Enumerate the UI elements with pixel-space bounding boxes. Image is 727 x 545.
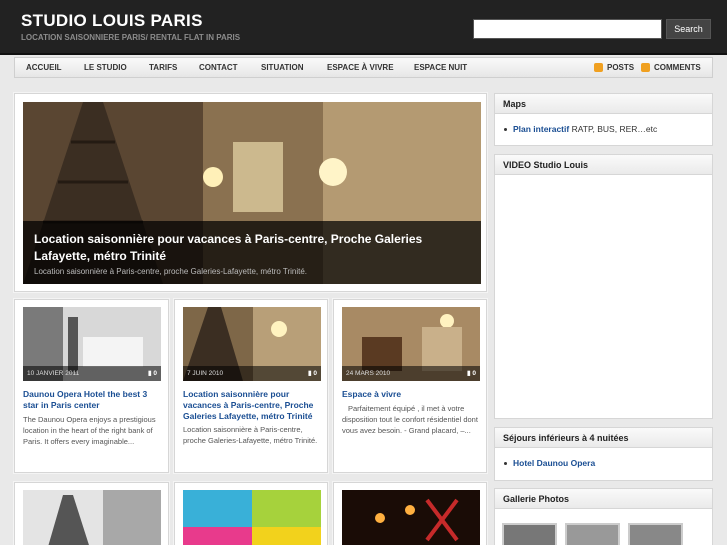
nav-le-studio[interactable]: LE STUDIO [84,58,127,77]
post-excerpt: The Daunou Opera enjoys a prestigious lo… [23,415,156,446]
search-input[interactable] [473,19,662,39]
comment-count-value: 0 [313,370,317,377]
post-date-bar: 10 JANVIER 2011 ▮ 0 [23,366,161,381]
comment-count-value: 0 [472,370,476,377]
post-excerpt: Location saisonnière à Paris-centre, pro… [183,425,318,445]
widget-video: VIDEO Studio Louis [494,154,713,419]
widget-title: Gallerie Photos [495,489,712,509]
comment-count-value: 0 [153,370,157,377]
plan-interactif-link[interactable]: Plan interactif [513,124,569,134]
comment-count[interactable]: ▮ 0 [308,366,317,381]
nav-espace-a-vivre[interactable]: ESPACE À VIVRE [327,58,394,77]
nav-tarifs[interactable]: TARIFS [149,58,177,77]
post-thumbnail[interactable]: 10 JANVIER 2011 ▮ 0 [23,307,161,381]
gallery-thumbnail[interactable] [565,523,620,545]
post-date: 7 JUIN 2010 [187,370,224,377]
rss-feed-icon [641,63,650,72]
featured-post: Location saisonnière pour vacances à Par… [14,93,487,292]
gallery-thumbnail[interactable] [628,523,683,545]
search-button[interactable]: Search [666,19,711,39]
post-title[interactable]: Location saisonnière pour vacances à Par… [183,389,319,422]
widget-list-item: Hotel Daunou Opera [504,458,595,468]
rss-feed-icon [594,63,603,72]
post-title[interactable]: Espace à vivre [342,389,478,400]
post-title[interactable]: Daunou Opera Hotel the best 3 star in Pa… [23,389,159,411]
post-date-bar: 7 JUIN 2010 ▮ 0 [183,366,321,381]
post-date: 10 JANVIER 2011 [27,370,80,377]
featured-title[interactable]: Location saisonnière pour vacances à Par… [34,231,474,265]
widget-list-item: Plan interactif RATP, BUS, RER…etc [504,124,657,134]
widget-title: Maps [495,94,712,114]
site-header: STUDIO LOUIS PARIS LOCATION SAISONNIERE … [0,0,727,55]
post-excerpt: Parfaitement équipé , il met à votre dis… [342,404,478,435]
post-card [174,482,328,545]
maps-text: RATP, BUS, RER…etc [569,124,658,134]
post-card: 10 JANVIER 2011 ▮ 0 Daunou Opera Hotel th… [14,299,169,473]
post-date: 24 MARS 2010 [346,370,391,377]
post-photo [183,490,321,545]
site-title[interactable]: STUDIO LOUIS PARIS [21,11,203,31]
post-card: 7 JUIN 2010 ▮ 0 Location saisonnière pour… [174,299,328,473]
main-nav: ACCUEIL LE STUDIO TARIFS CONTACT SITUATI… [14,57,713,78]
nav-accueil[interactable]: ACCUEIL [26,58,62,77]
widget-maps: Maps Plan interactif RATP, BUS, RER…etc [494,93,713,146]
post-card: 24 MARS 2010 ▮ 0 Espace à vivre Parfaitem… [333,299,487,473]
post-thumbnail[interactable]: 7 JUIN 2010 ▮ 0 [183,307,321,381]
site-description: LOCATION SAISONNIERE PARIS/ RENTAL FLAT … [21,33,241,42]
widget-sejours: Séjours inférieurs à 4 nuitées Hotel Dau… [494,427,713,481]
post-card [14,482,169,545]
nav-comments-feed[interactable]: COMMENTS [654,58,701,77]
post-date-bar: 24 MARS 2010 ▮ 0 [342,366,480,381]
post-thumbnail[interactable]: 24 MARS 2010 ▮ 0 [342,307,480,381]
nav-situation[interactable]: SITUATION [261,58,304,77]
widget-title: VIDEO Studio Louis [495,155,712,175]
nav-posts-feed[interactable]: POSTS [607,58,634,77]
post-photo [23,490,161,545]
widget-gallery: Gallerie Photos [494,488,713,545]
hotel-daunou-link[interactable]: Hotel Daunou Opera [513,458,595,468]
post-thumbnail[interactable] [183,490,321,545]
gallery-thumbnail[interactable] [502,523,557,545]
featured-caption: Location saisonnière pour vacances à Par… [23,221,481,284]
post-photo [342,490,480,545]
featured-excerpt: Location saisonnière à Paris-centre, pro… [34,267,308,276]
comment-count[interactable]: ▮ 0 [467,366,476,381]
featured-image[interactable]: Location saisonnière pour vacances à Par… [23,102,481,284]
post-card [333,482,487,545]
comment-count[interactable]: ▮ 0 [148,366,157,381]
post-thumbnail[interactable] [23,490,161,545]
nav-contact[interactable]: CONTACT [199,58,238,77]
widget-title: Séjours inférieurs à 4 nuitées [495,428,712,448]
post-thumbnail[interactable] [342,490,480,545]
nav-espace-nuit[interactable]: ESPACE NUIT [414,58,467,77]
